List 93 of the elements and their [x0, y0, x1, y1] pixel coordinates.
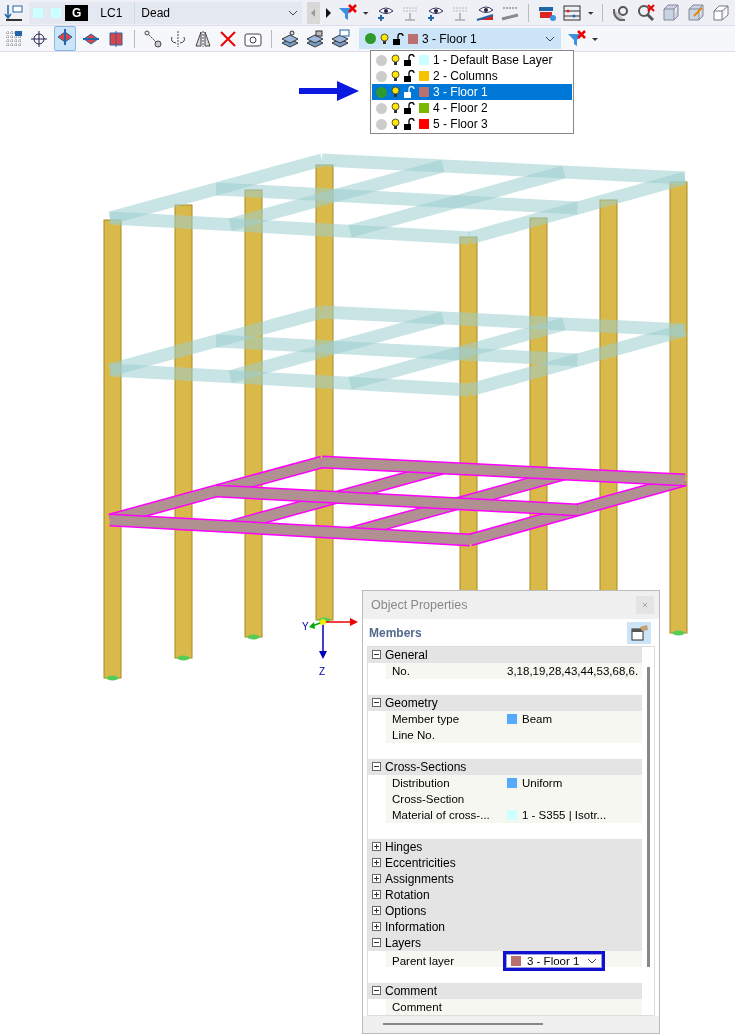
chevron-icon [287, 8, 298, 17]
layer-dropdown[interactable]: 3 - Floor 1 [359, 28, 561, 49]
plus-box-icon[interactable] [372, 858, 381, 868]
rotate-icon[interactable] [168, 28, 188, 49]
property-label: Member type [391, 711, 461, 727]
section-heading: Members [369, 625, 422, 640]
property-group[interactable]: Cross-Sections [368, 758, 642, 775]
magnifier-x-icon[interactable] [636, 2, 656, 23]
axis-label: Z [319, 666, 326, 677]
minus-box-icon[interactable] [372, 986, 381, 996]
property-value: Beam [522, 712, 553, 725]
grid-icon[interactable] [4, 28, 24, 49]
layers-lock-icon[interactable] [305, 28, 325, 49]
cube-pencil-icon[interactable] [686, 2, 706, 23]
group-label: Geometry [385, 695, 438, 710]
plus-box-icon[interactable] [372, 922, 381, 932]
property-group[interactable]: Geometry [368, 694, 642, 711]
property-label: Cross-Section [391, 791, 466, 807]
chevron-icon [545, 34, 555, 43]
minus-box-icon[interactable] [372, 762, 381, 772]
layers-icon[interactable] [280, 28, 300, 49]
plus-box-icon[interactable] [372, 874, 381, 884]
cube-icon[interactable] [711, 2, 731, 23]
plus-box-icon[interactable] [372, 906, 381, 916]
property-label: Parent layer [391, 953, 455, 969]
window-pointer-icon[interactable] [627, 621, 651, 644]
group-label: Information [385, 919, 446, 934]
bulb-icon[interactable] [380, 32, 389, 45]
unlocked-padlock-icon[interactable] [393, 32, 404, 45]
panel-title: Object Properties [371, 598, 468, 613]
bulb-icon[interactable] [391, 54, 400, 66]
filter-icon[interactable] [566, 28, 586, 49]
property-value: Uniform [522, 776, 563, 789]
minus-box-icon[interactable] [372, 650, 381, 660]
cross-icon[interactable] [218, 28, 238, 49]
axis-drawing [309, 618, 358, 659]
property-group[interactable]: Comment [368, 982, 642, 999]
property-label: Distribution [391, 775, 451, 791]
node-target-icon[interactable] [29, 28, 49, 49]
property-label: Line No. [391, 727, 436, 743]
property-label: Comment [391, 999, 443, 1015]
group-label: Rotation [385, 887, 430, 902]
color-swatch [51, 7, 61, 18]
group-label: Eccentricities [385, 855, 456, 870]
unlocked-padlock-icon[interactable] [404, 70, 415, 82]
group-label: General [385, 647, 428, 662]
abacus-icon[interactable] [561, 2, 582, 23]
layer-item[interactable]: 3 - Floor 1 [372, 84, 572, 100]
pointer-arrow [297, 79, 361, 103]
scrollbar-thumb[interactable] [383, 1023, 543, 1026]
unlocked-padlock-icon[interactable] [404, 54, 415, 66]
property-value: 3,18,19,28,43,44,53,68,6. [507, 664, 639, 677]
property-group[interactable]: General [368, 646, 642, 663]
minus-box-icon[interactable] [372, 938, 381, 948]
minus-box-icon[interactable] [372, 698, 381, 708]
color-swatch [33, 7, 43, 18]
filter-icon[interactable] [337, 2, 358, 23]
group-label: Comment [385, 983, 437, 998]
link-nodes-icon[interactable] [143, 28, 163, 49]
bulb-icon[interactable] [391, 70, 400, 82]
property-label: No. [391, 663, 411, 679]
plane-toggle[interactable] [54, 26, 76, 51]
plus-box-icon[interactable] [372, 842, 381, 852]
cube-icon[interactable] [661, 2, 681, 23]
bulb-icon[interactable] [391, 118, 400, 130]
layer-item[interactable]: 4 - Floor 2 [372, 100, 572, 116]
next-icon[interactable] [324, 7, 333, 18]
property-value: 1 - S355 | Isotr... [522, 808, 607, 821]
property-group[interactable]: Hinges [368, 838, 642, 855]
load-arrow-icon[interactable] [4, 2, 24, 23]
layers-window-icon[interactable] [330, 28, 350, 49]
unlocked-padlock-icon[interactable] [404, 102, 415, 114]
bulb-icon[interactable] [391, 86, 400, 98]
layer-item[interactable]: 2 - Columns [372, 68, 572, 84]
load-case-dropdown[interactable]: G LC1 Dead [29, 1, 302, 24]
property-label: Material of cross-... [391, 807, 491, 823]
unlocked-padlock-icon[interactable] [404, 118, 415, 130]
group-label: Assignments [385, 871, 454, 886]
chevron-icon [587, 956, 597, 965]
layer-item[interactable]: 5 - Floor 3 [372, 116, 572, 132]
left-triangle-icon [310, 8, 317, 17]
group-label: Hinges [385, 839, 423, 854]
group-label: Cross-Sections [385, 759, 467, 774]
group-label: Options [385, 903, 427, 918]
layer-item[interactable]: 1 - Default Base Layer [372, 52, 572, 68]
axis-label: Y [302, 621, 309, 632]
layer-dropdown[interactable]: 3 - Floor 1 [506, 953, 602, 968]
plane-icon[interactable] [106, 28, 126, 49]
scrollbar-thumb[interactable] [646, 666, 650, 967]
mirror-icon[interactable] [193, 28, 213, 49]
plus-box-icon[interactable] [372, 890, 381, 900]
bulb-icon[interactable] [391, 102, 400, 114]
group-label: Layers [385, 935, 422, 950]
